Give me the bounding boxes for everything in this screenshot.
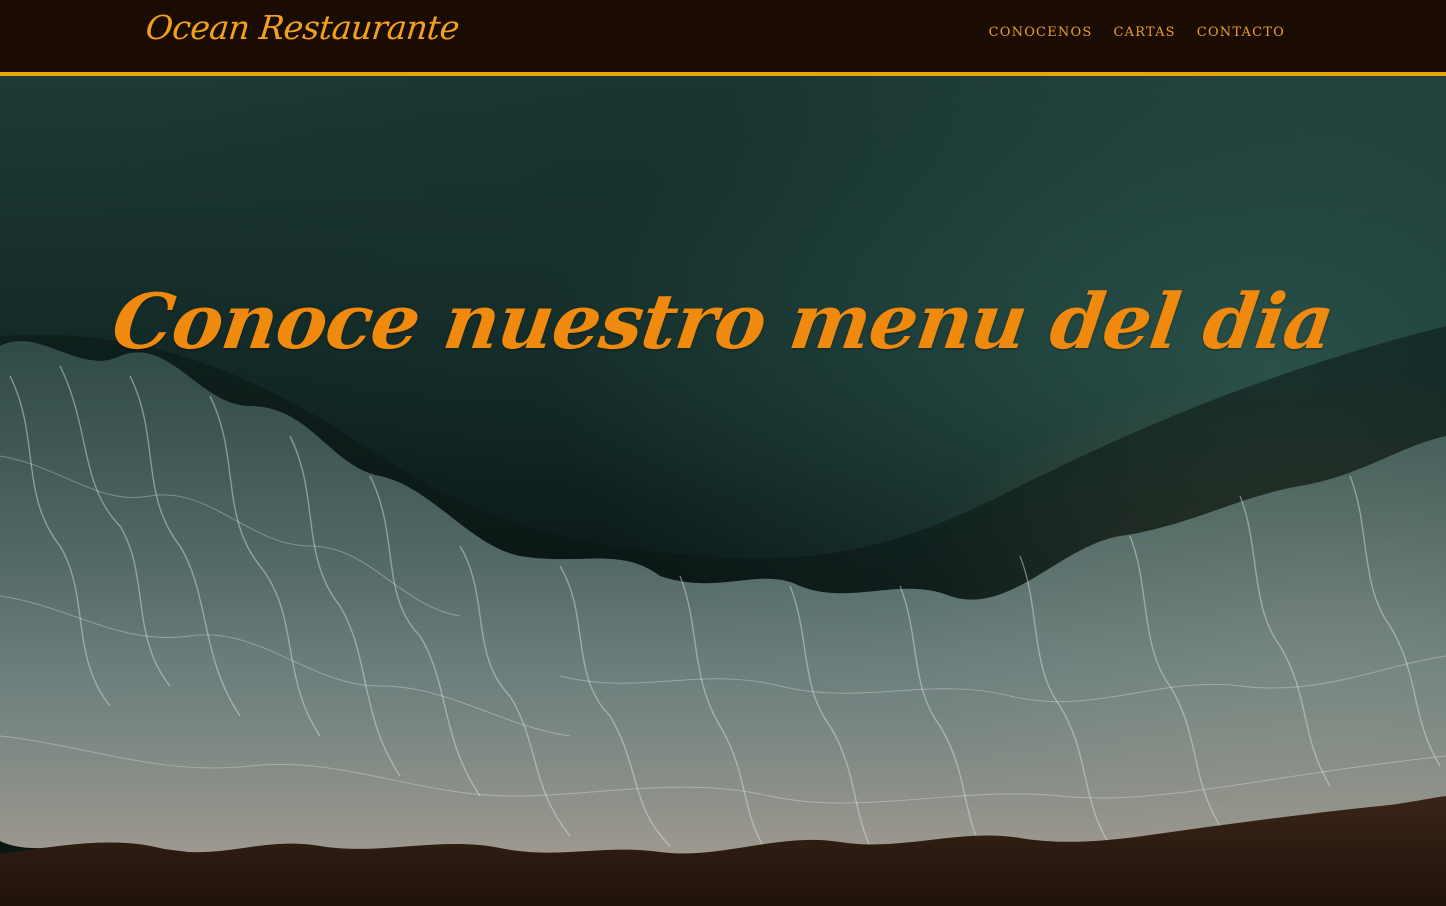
hero-section: Conoce nuestro menu del dia	[0, 76, 1446, 906]
nav-link-conocenos[interactable]: CONOCENOS	[989, 25, 1093, 40]
nav-link-cartas[interactable]: CARTAS	[1113, 25, 1175, 40]
brand-logo-link[interactable]: Ocean Restaurante	[144, 8, 461, 47]
main-nav: CONOCENOS CARTAS CONTACTO	[989, 25, 1285, 40]
site-header: Ocean Restaurante CONOCENOS CARTAS CONTA…	[0, 0, 1446, 76]
hero-headline: Conoce nuestro menu del dia	[107, 276, 1339, 366]
ocean-background-image	[0, 76, 1446, 906]
nav-link-contacto[interactable]: CONTACTO	[1197, 25, 1285, 40]
page: Ocean Restaurante CONOCENOS CARTAS CONTA…	[0, 0, 1446, 906]
